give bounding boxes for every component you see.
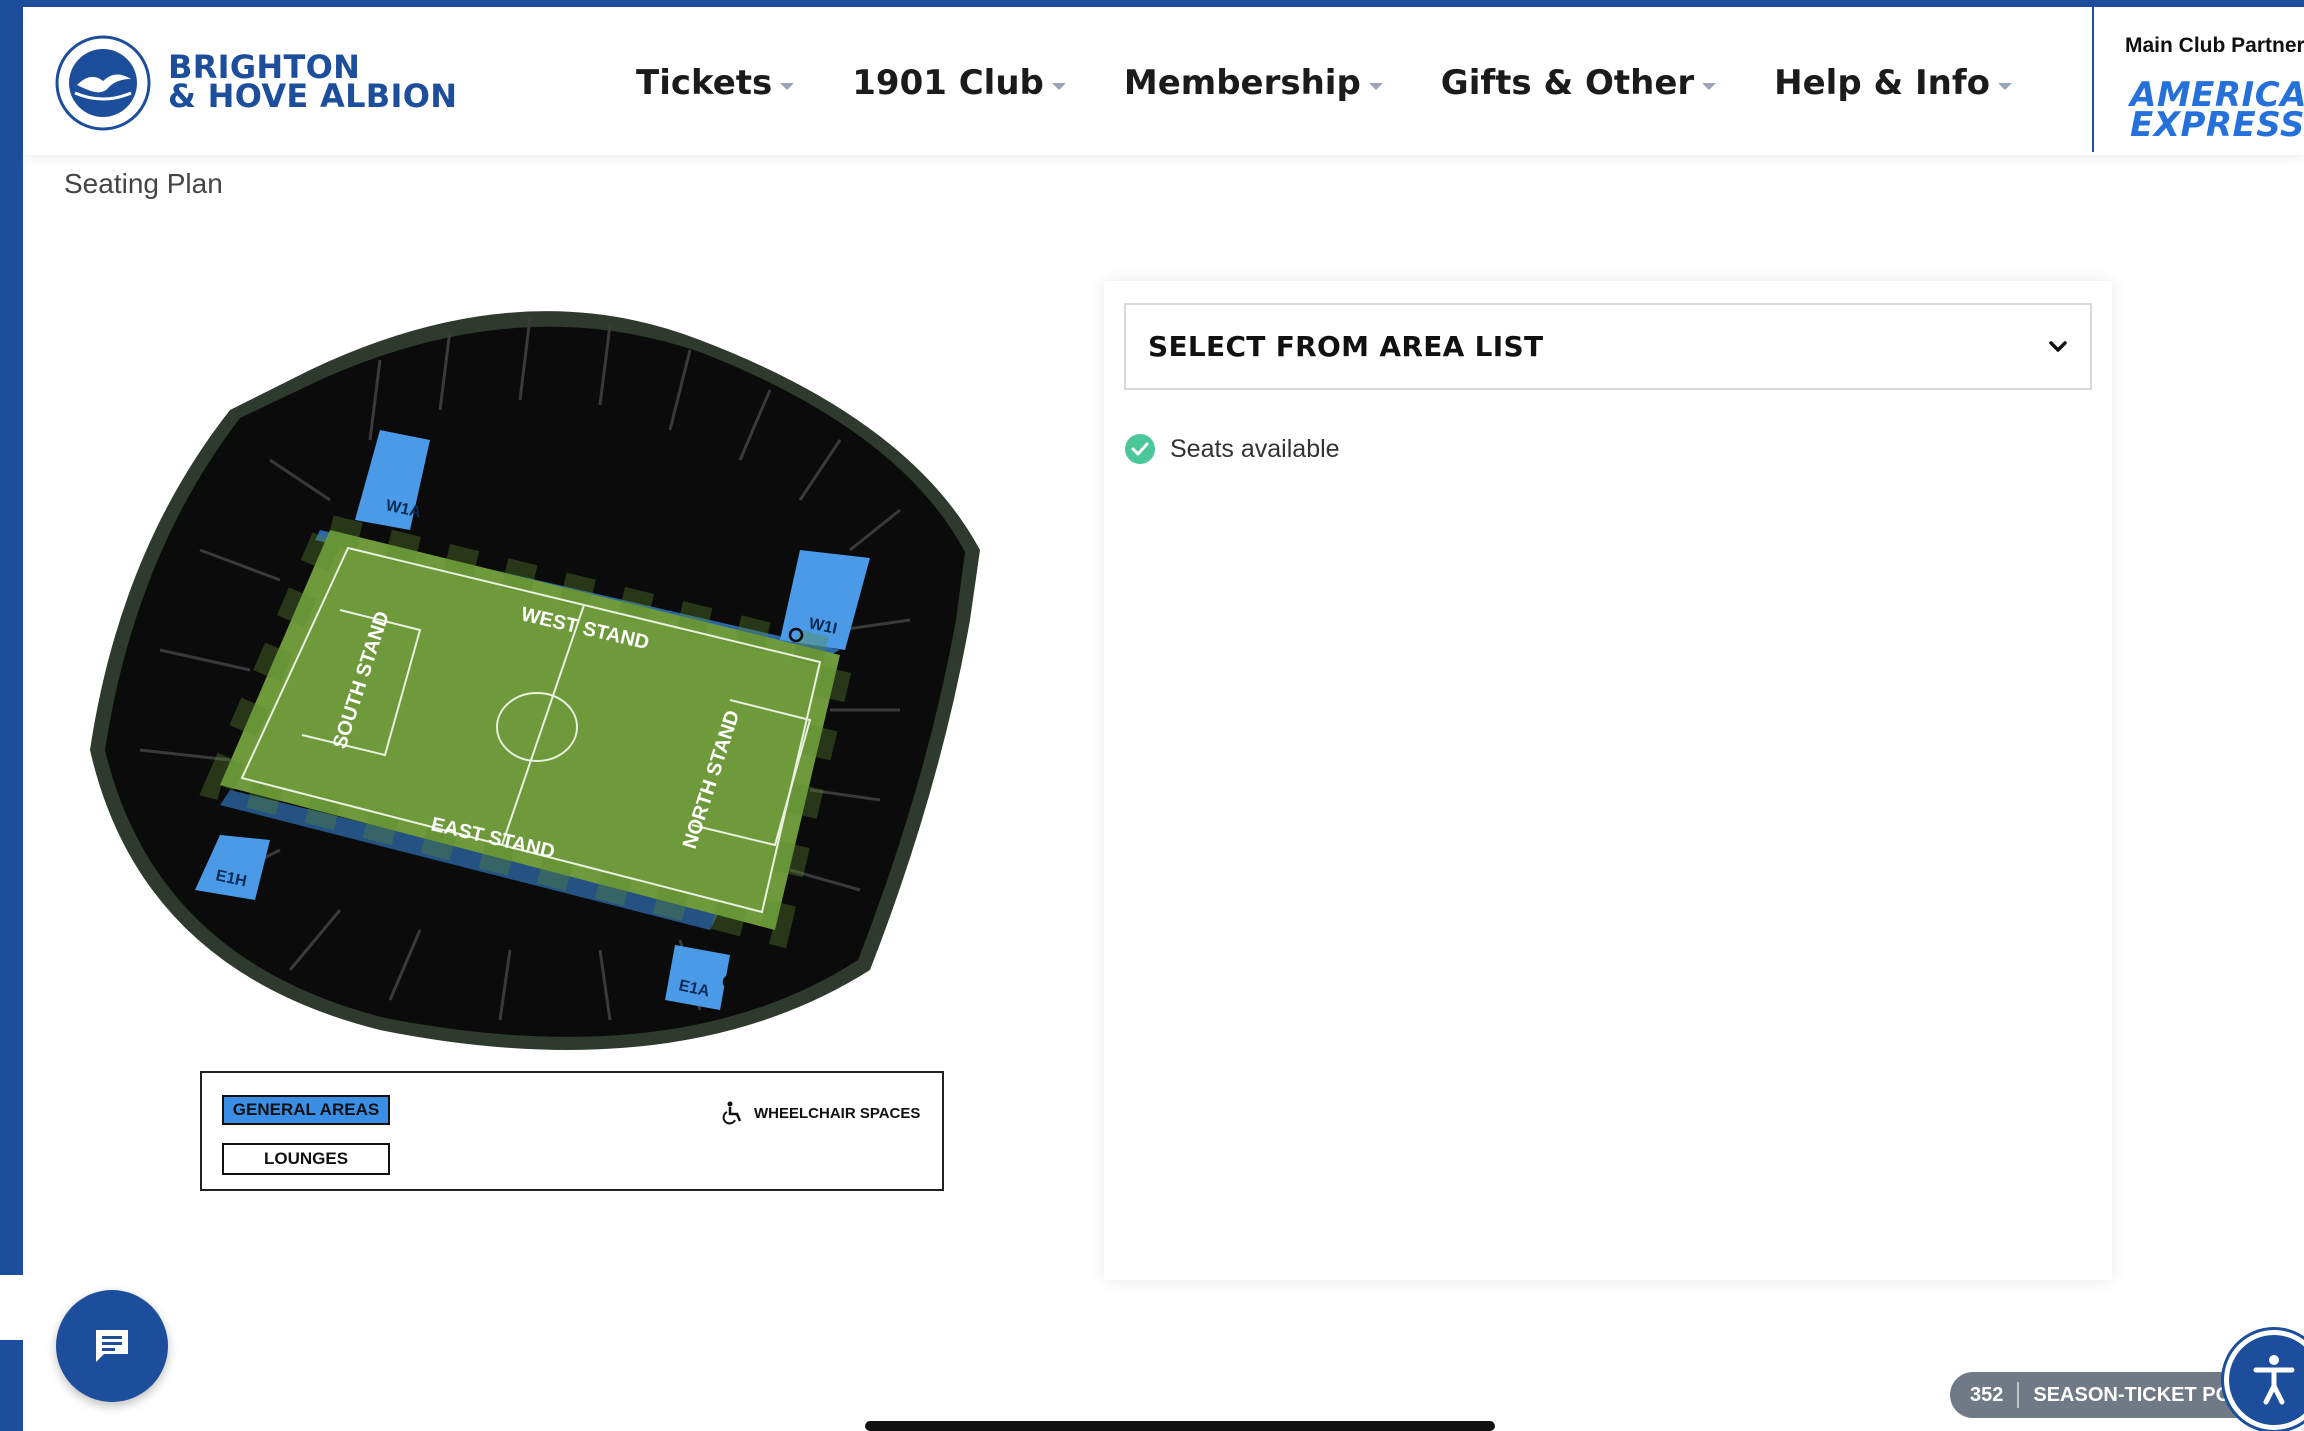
page-title: Seating Plan [64,168,223,199]
nav-help-info[interactable]: Help & Info [1774,63,2012,103]
partner-logo-line2: EXPRESS [2130,105,2304,145]
site-header: BRIGHTON & HOVE ALBION Tickets 1901 Club… [23,7,2304,155]
nav-label: Help & Info [1774,63,1990,103]
nav-label: Tickets [636,63,773,103]
club-crest-logo[interactable] [55,35,151,131]
nav-membership[interactable]: Membership [1124,63,1383,103]
legend-lounges: LOUNGES [222,1143,390,1175]
stadium-svg: WEST STAND EAST STAND SOUTH STAND NORTH … [90,311,980,1050]
season-ticket-count: 352 [1970,1383,2004,1406]
wheelchair-icon [722,1101,742,1125]
legend-wheelchair-label: WHEELCHAIR SPACES [754,1104,921,1122]
stadium-map: WEST STAND EAST STAND SOUTH STAND NORTH … [80,290,1000,1060]
legend-general-areas: GENERAL AREAS [222,1095,390,1125]
nav-1901-club[interactable]: 1901 Club [852,63,1066,103]
season-ticket-counter[interactable]: 352 SEASON-TICKET PO [1950,1372,2270,1418]
nav-label: 1901 Club [852,63,1044,103]
nav-label: Gifts & Other [1440,63,1695,103]
nav-label: Membership [1123,63,1361,103]
club-name-line2: & HOVE ALBION [168,77,458,115]
area-list-select-label: SELECT FROM AREA LIST [1148,330,1544,363]
caret-down-icon [1051,82,1066,90]
partner-divider [2092,7,2094,152]
club-name[interactable]: BRIGHTON & HOVE ALBION [168,51,458,115]
home-indicator [865,1421,1495,1431]
chat-icon [96,1330,128,1362]
left-brand-stripe [0,0,23,1275]
caret-down-icon [1702,82,1717,90]
area-e1a [665,945,730,1010]
season-ticket-label: SEASON-TICKET PO [2033,1383,2232,1406]
area-list-select[interactable]: SELECT FROM AREA LIST [1124,303,2092,390]
map-legend: GENERAL AREAS LOUNGES WHEELCHAIR SPACES [200,1071,944,1191]
caret-down-icon [780,82,795,90]
partner-logo[interactable]: AMERICAN EXPRESS [2130,78,2304,145]
caret-down-icon [1998,82,2012,90]
caret-down-icon [1368,82,1383,90]
main-nav: Tickets 1901 Club Membership Gifts & Oth… [636,63,2070,103]
legend-wheelchair: WHEELCHAIR SPACES [722,1101,920,1125]
partner-label: Main Club Partner [2125,34,2304,57]
chevron-down-icon [2049,341,2067,352]
top-brand-stripe [0,0,2304,7]
accessibility-icon [2253,1355,2295,1405]
area-panel: SELECT FROM AREA LIST Seats available [1104,281,2112,1280]
nav-tickets[interactable]: Tickets [636,63,795,103]
left-brand-stripe-lower [0,1340,23,1431]
chat-button[interactable] [56,1290,168,1402]
nav-gifts-other[interactable]: Gifts & Other [1440,63,1717,103]
availability-indicator: Seats available [1124,433,1340,465]
separator [2017,1382,2020,1408]
availability-label: Seats available [1170,434,1340,463]
check-circle-icon [1125,434,1155,464]
